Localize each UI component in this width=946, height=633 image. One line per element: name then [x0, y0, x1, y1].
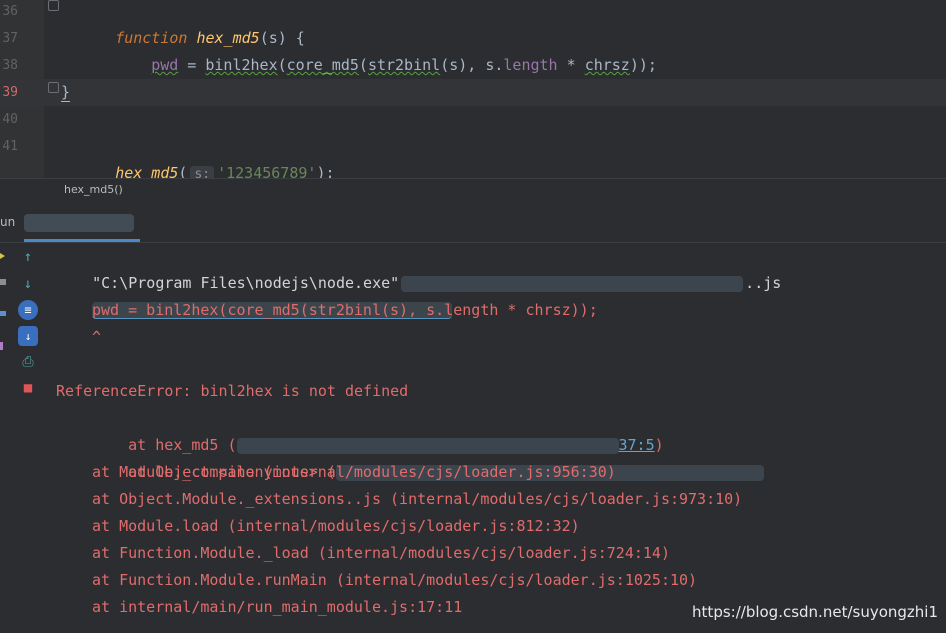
line-number: 41	[2, 139, 18, 154]
breadcrumb: hex_md5()	[0, 178, 946, 203]
stop-icon[interactable]	[0, 279, 6, 285]
code-line[interactable]: 38 console.log(pwd);	[0, 52, 946, 101]
pin-icon[interactable]	[0, 342, 3, 350]
run-tab-bar: un	[0, 202, 946, 243]
print-icon[interactable]: ⎙	[18, 352, 38, 372]
stack-frame: at Function.Module.runMain (internal/mod…	[92, 571, 698, 589]
code-line[interactable]: 40	[0, 106, 946, 133]
stack-frame: at Module.load (internal/modules/cjs/loa…	[92, 517, 580, 535]
stack-frame: at Module._compile (internal/modules/cjs…	[92, 463, 616, 481]
code-line-current[interactable]: 39 }	[0, 79, 946, 106]
code-line[interactable]: 36 function hex_md5(s) {	[0, 0, 946, 47]
run-console[interactable]: ↑ ↓ ≡ ↓ ⎙ ■ "C:\Program Files\nodejs\nod…	[0, 243, 946, 633]
arrow-up-icon[interactable]: ↑	[18, 247, 38, 267]
scroll-to-end-icon[interactable]: ↓	[18, 326, 38, 346]
code-line[interactable]: 41 hex_md5(s: '123456789');	[0, 133, 946, 184]
console-line: ^	[92, 328, 102, 346]
line-number: 36	[2, 4, 18, 19]
soft-wrap-icon[interactable]: ≡	[18, 300, 38, 320]
line-number: 38	[2, 58, 18, 73]
code-editor[interactable]: 36 function hex_md5(s) { 37 pwd = binl2h…	[0, 0, 946, 184]
redacted-path	[401, 275, 744, 292]
line-number: 40	[2, 112, 18, 127]
fold-icon[interactable]	[48, 82, 59, 93]
rerun-icon[interactable]	[0, 253, 5, 259]
fold-icon[interactable]	[48, 0, 59, 11]
run-config-tab[interactable]	[24, 214, 134, 232]
arrow-down-icon[interactable]: ↓	[18, 274, 38, 294]
line-number: 39	[2, 85, 18, 100]
stack-frame: at internal/main/run_main_module.js:17:1…	[92, 598, 463, 616]
code-line[interactable]: 37 pwd = binl2hex(core_md5(str2binl(s), …	[0, 25, 946, 74]
run-panel-label: un	[0, 215, 16, 229]
layout-icon[interactable]	[0, 311, 6, 316]
command-text: ..js	[745, 274, 782, 292]
line-number: 37	[2, 31, 18, 46]
stack-frame: at Function.Module._load (internal/modul…	[92, 544, 670, 562]
code-text: }	[61, 83, 71, 102]
active-tab-indicator	[24, 239, 140, 242]
stack-frame: at Object.Module._extensions..js (intern…	[92, 490, 743, 508]
breadcrumb-item[interactable]: hex_md5()	[64, 183, 123, 196]
trash-icon[interactable]: ■	[18, 378, 38, 398]
error-message: ReferenceError: binl2hex is not defined	[56, 382, 409, 400]
watermark: https://blog.csdn.net/suyongzhi1	[692, 603, 938, 621]
console-line: pwd = binl2hex(core_md5(str2binl(s), s.l…	[92, 301, 598, 319]
